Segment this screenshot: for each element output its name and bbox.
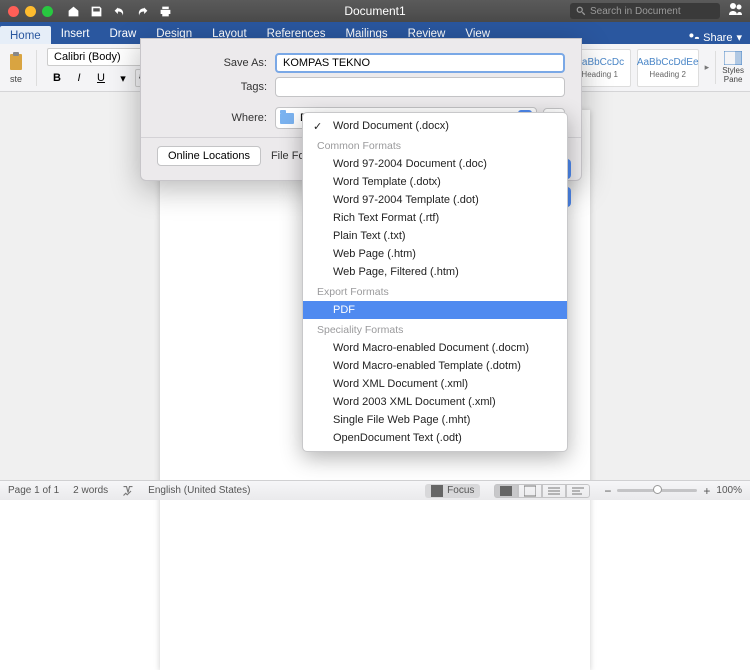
- format-option[interactable]: Word 2003 XML Document (.xml): [303, 393, 567, 411]
- zoom-in-icon[interactable]: +: [703, 484, 710, 498]
- format-option[interactable]: Word Template (.dotx): [303, 173, 567, 191]
- underline-button[interactable]: U: [91, 69, 111, 87]
- bold-button[interactable]: B: [47, 69, 67, 87]
- where-label: Where:: [157, 112, 267, 124]
- outline-view[interactable]: [542, 484, 566, 498]
- format-option[interactable]: Word 97-2004 Document (.doc): [303, 155, 567, 173]
- search-icon: [576, 6, 586, 16]
- view-switcher: [494, 484, 590, 498]
- format-option[interactable]: Word Macro-enabled Template (.dotm): [303, 357, 567, 375]
- zoom-level[interactable]: 100%: [716, 485, 742, 496]
- file-format-dropdown: Word Document (.docx) Common Formats Wor…: [302, 112, 568, 452]
- format-option[interactable]: Word Macro-enabled Document (.docm): [303, 339, 567, 357]
- collaborators-icon[interactable]: [728, 1, 744, 22]
- print-icon[interactable]: [159, 5, 172, 18]
- format-option[interactable]: Word 97-2004 Template (.dot): [303, 191, 567, 209]
- format-option[interactable]: Web Page (.htm): [303, 245, 567, 263]
- styles-group: AaBbCcDc Heading 1 AaBbCcDdEe Heading 2 …: [569, 49, 744, 87]
- quick-access-toolbar: [67, 5, 172, 18]
- share-icon: [688, 32, 699, 43]
- format-option[interactable]: Single File Web Page (.mht): [303, 411, 567, 429]
- language-indicator[interactable]: English (United States): [148, 485, 250, 496]
- format-option[interactable]: Rich Text Format (.rtf): [303, 209, 567, 227]
- status-bar: Page 1 of 1 2 words English (United Stat…: [0, 480, 750, 500]
- pane-icon: [724, 51, 742, 65]
- spellcheck-icon[interactable]: [122, 485, 134, 497]
- format-group-header: Common Formats: [303, 135, 567, 155]
- home-icon[interactable]: [67, 5, 80, 18]
- web-layout-view[interactable]: [518, 484, 542, 498]
- format-group-header: Speciality Formats: [303, 319, 567, 339]
- focus-mode-button[interactable]: Focus: [425, 484, 480, 498]
- save-as-label: Save As:: [157, 57, 267, 69]
- format-option[interactable]: Web Page, Filtered (.htm): [303, 263, 567, 281]
- styles-pane-button[interactable]: Styles Pane: [715, 51, 744, 84]
- italic-button[interactable]: I: [69, 69, 89, 87]
- format-option[interactable]: Word XML Document (.xml): [303, 375, 567, 393]
- style-heading-2[interactable]: AaBbCcDdEe Heading 2: [637, 49, 699, 87]
- paste-icon: [6, 52, 26, 72]
- focus-icon: [431, 485, 443, 497]
- zoom-control: − + 100%: [604, 484, 742, 498]
- format-option[interactable]: Plain Text (.txt): [303, 227, 567, 245]
- undo-icon[interactable]: [113, 5, 126, 18]
- folder-icon: [280, 113, 294, 124]
- word-count[interactable]: 2 words: [73, 485, 108, 496]
- tags-input[interactable]: [275, 77, 565, 97]
- tab-insert[interactable]: Insert: [51, 24, 100, 44]
- tags-label: Tags:: [157, 81, 267, 93]
- zoom-thumb[interactable]: [653, 485, 662, 494]
- share-button[interactable]: Share▾: [688, 31, 742, 44]
- draft-view[interactable]: [566, 484, 590, 498]
- tab-home[interactable]: Home: [0, 26, 51, 46]
- search-placeholder: Search in Document: [590, 6, 681, 17]
- fullscreen-window-icon[interactable]: [42, 6, 53, 17]
- format-option[interactable]: OpenDocument Text (.odt): [303, 429, 567, 447]
- styles-more-icon[interactable]: ▸: [705, 62, 710, 73]
- search-in-document[interactable]: Search in Document: [570, 3, 720, 19]
- format-option-selected[interactable]: Word Document (.docx): [303, 117, 567, 135]
- more-font-options[interactable]: ▾: [113, 69, 133, 87]
- format-option-pdf[interactable]: PDF: [303, 301, 567, 319]
- zoom-out-icon[interactable]: −: [604, 484, 611, 498]
- close-window-icon[interactable]: [8, 6, 19, 17]
- window-titlebar: Document1 Search in Document: [0, 0, 750, 22]
- page-indicator[interactable]: Page 1 of 1: [8, 485, 59, 496]
- traffic-lights: [8, 6, 53, 17]
- save-icon[interactable]: [90, 5, 103, 18]
- font-name-select[interactable]: Calibri (Body): [47, 48, 143, 66]
- zoom-slider[interactable]: [617, 489, 697, 492]
- separator: [36, 50, 37, 86]
- save-as-input[interactable]: [275, 53, 565, 73]
- online-locations-button[interactable]: Online Locations: [157, 146, 261, 166]
- redo-icon[interactable]: [136, 5, 149, 18]
- format-group-header: Export Formats: [303, 281, 567, 301]
- print-layout-view[interactable]: [494, 484, 518, 498]
- paste-button[interactable]: ste: [6, 52, 26, 84]
- minimize-window-icon[interactable]: [25, 6, 36, 17]
